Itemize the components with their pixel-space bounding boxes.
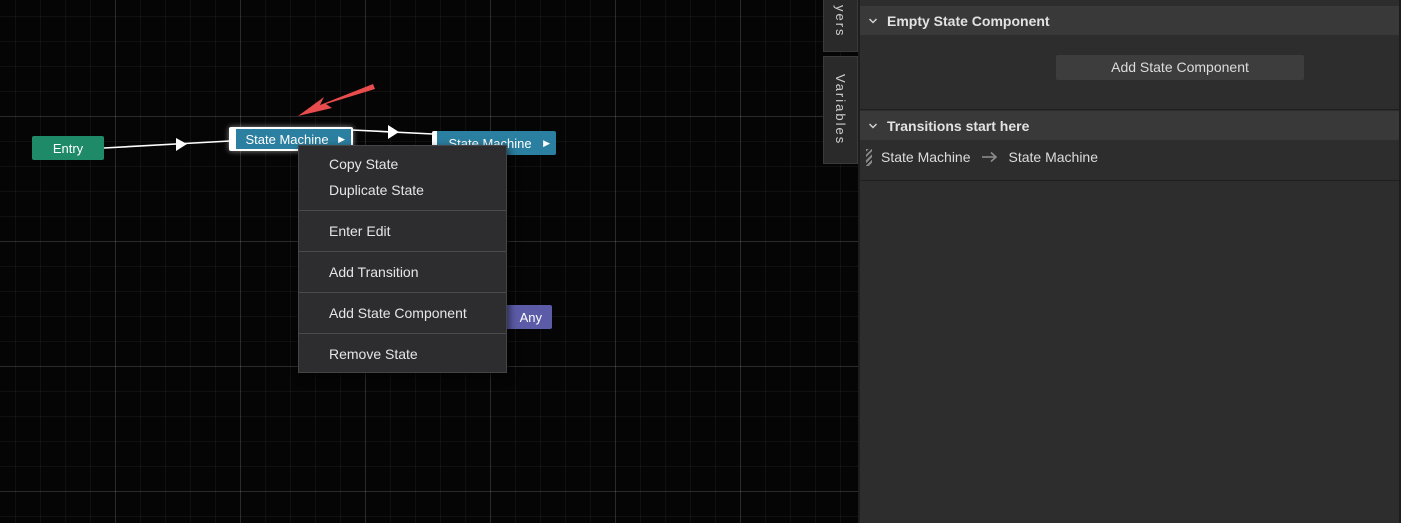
transition-arrowhead [176,138,187,151]
transition-row[interactable]: State Machine State Machine [860,143,1401,171]
menu-item-add-transition[interactable]: Add Transition [299,259,506,285]
tab-layers[interactable]: yers [823,0,858,52]
transition-arrowhead [388,125,399,139]
menu-separator [299,251,506,252]
transition-to: State Machine [1008,149,1099,165]
transitions-header[interactable]: Transitions start here [860,111,1401,140]
entry-node[interactable]: Entry [32,136,104,160]
entry-node-label: Entry [52,140,84,156]
add-state-component-button[interactable]: Add State Component [1056,55,1304,80]
any-state-node[interactable]: Any [500,305,552,329]
section-divider [860,180,1401,181]
transition-entry-to-state[interactable] [103,140,231,149]
section-title: Empty State Component [887,12,1050,29]
arrow-right-icon [981,151,997,163]
side-tab-strip: yers Variables [823,0,858,165]
play-triangle-icon[interactable]: ▶ [338,134,345,145]
menu-item-copy-state[interactable]: Copy State [299,151,506,177]
section-title: Transitions start here [887,117,1030,134]
empty-state-component-header[interactable]: Empty State Component [860,6,1401,35]
menu-item-enter-edit[interactable]: Enter Edit [299,218,506,244]
state-context-menu: Copy State Duplicate State Enter Edit Ad… [298,145,507,373]
menu-item-duplicate-state[interactable]: Duplicate State [299,177,506,203]
tab-variables[interactable]: Variables [823,56,858,164]
chevron-down-icon [868,17,878,24]
menu-item-remove-state[interactable]: Remove State [299,341,506,367]
play-triangle-icon[interactable]: ▶ [543,138,550,149]
chevron-down-icon [868,122,878,129]
menu-separator [299,333,506,334]
transition-from: State Machine [881,149,971,165]
menu-separator [299,210,506,211]
inspector-panel: Empty State Component Add State Componen… [860,0,1401,523]
section-divider [860,109,1401,110]
menu-item-add-state-component[interactable]: Add State Component [299,300,506,326]
drag-handle-icon[interactable] [866,148,872,166]
annotation-arrow-icon [298,84,375,116]
menu-separator [299,292,506,293]
state-graph-canvas[interactable]: Entry State Machine ▶ State Machine ▶ An… [0,0,858,523]
any-node-label: Any [519,309,542,325]
